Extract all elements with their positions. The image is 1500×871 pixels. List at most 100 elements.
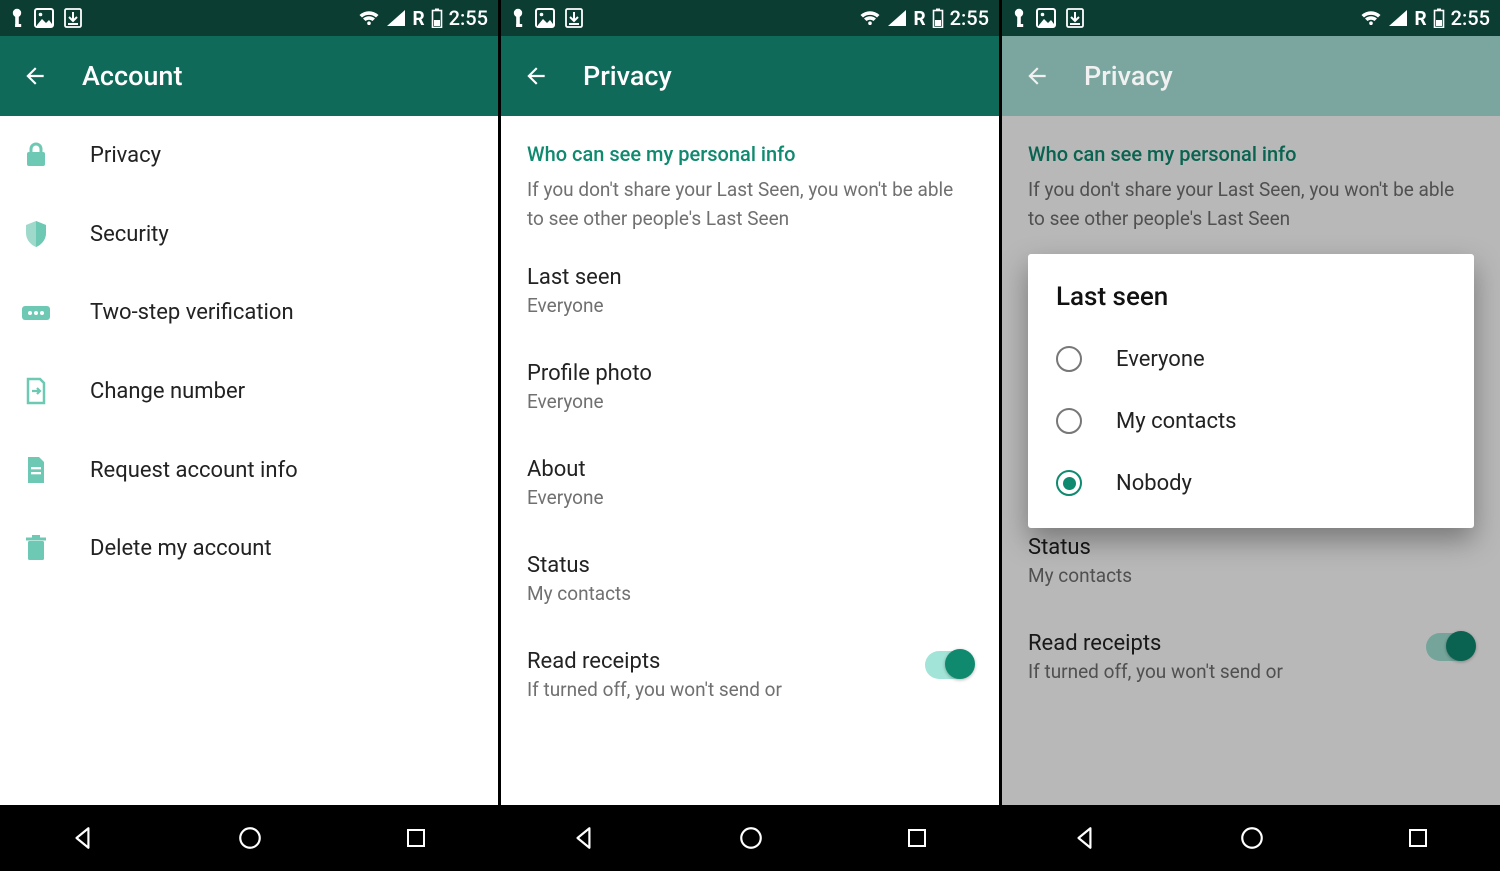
setting-last-seen[interactable]: Last seen Everyone (501, 243, 999, 339)
key-icon (511, 8, 525, 28)
nav-home-icon[interactable] (738, 825, 764, 851)
nav-back-icon[interactable] (571, 825, 597, 851)
nav-home-icon[interactable] (237, 825, 263, 851)
battery-icon (932, 8, 944, 28)
back-arrow-icon[interactable] (22, 63, 48, 89)
clock-time: 2:55 (449, 6, 488, 30)
setting-title: Profile photo (527, 361, 973, 386)
clock-time: 2:55 (1451, 6, 1490, 30)
radio-option-nobody[interactable]: Nobody (1028, 452, 1474, 514)
status-bar: R 2:55 (0, 0, 498, 36)
section-header: Who can see my personal info (501, 116, 999, 172)
content-area: Who can see my personal info If you don'… (1002, 116, 1500, 805)
android-nav-bar (0, 805, 498, 871)
signal-icon (1388, 9, 1408, 27)
network-letter: R (412, 7, 424, 30)
key-icon (10, 8, 24, 28)
list-item-request-info[interactable]: Request account info (0, 431, 498, 509)
key-icon (1012, 8, 1026, 28)
wifi-icon (859, 9, 881, 27)
setting-title: Read receipts (527, 649, 925, 674)
radio-label: Everyone (1116, 347, 1205, 372)
page-title: Privacy (583, 60, 672, 92)
sim-swap-icon (25, 377, 47, 405)
list-item-label: Delete my account (90, 536, 272, 561)
download-icon (64, 8, 82, 28)
wifi-icon (358, 9, 380, 27)
network-letter: R (913, 7, 925, 30)
setting-title: Status (527, 553, 973, 578)
setting-subtitle: Everyone (527, 390, 973, 413)
clock-time: 2:55 (950, 6, 989, 30)
nav-back-icon[interactable] (70, 825, 96, 851)
android-nav-bar (501, 805, 999, 871)
setting-title: Last seen (527, 265, 973, 290)
back-arrow-icon[interactable] (523, 63, 549, 89)
back-arrow-icon[interactable] (1024, 63, 1050, 89)
status-bar: R 2:55 (1002, 0, 1500, 36)
battery-icon (1433, 8, 1445, 28)
download-icon (1066, 8, 1084, 28)
signal-icon (386, 9, 406, 27)
list-item-change-number[interactable]: Change number (0, 351, 498, 431)
trash-icon (25, 535, 47, 561)
download-icon (565, 8, 583, 28)
android-nav-bar (1002, 805, 1500, 871)
list-item-delete-account[interactable]: Delete my account (0, 509, 498, 587)
radio-label: Nobody (1116, 471, 1192, 496)
page-title: Privacy (1084, 60, 1173, 92)
lock-icon (24, 142, 48, 168)
toggle-switch[interactable] (925, 651, 973, 679)
radio-option-everyone[interactable]: Everyone (1028, 328, 1474, 390)
radio-label: My contacts (1116, 409, 1237, 434)
setting-subtitle: Everyone (527, 294, 973, 317)
nav-recent-icon[interactable] (1406, 826, 1430, 850)
status-bar: R 2:55 (501, 0, 999, 36)
image-icon (1036, 8, 1056, 28)
list-item-label: Privacy (90, 143, 161, 168)
list-item-security[interactable]: Security (0, 194, 498, 274)
nav-recent-icon[interactable] (905, 826, 929, 850)
document-icon (26, 457, 46, 483)
list-item-label: Change number (90, 379, 245, 404)
image-icon (34, 8, 54, 28)
signal-icon (887, 9, 907, 27)
radio-icon (1056, 346, 1082, 372)
list-item-label: Two-step verification (90, 300, 294, 325)
image-icon (535, 8, 555, 28)
phone-account: R 2:55 Account Privacy Security Two-step… (0, 0, 498, 871)
app-bar: Account (0, 36, 498, 116)
setting-status[interactable]: Status My contacts (501, 531, 999, 627)
app-bar: Privacy (1002, 36, 1500, 116)
list-item-two-step[interactable]: Two-step verification (0, 274, 498, 351)
setting-title: About (527, 457, 973, 482)
list-item-privacy[interactable]: Privacy (0, 116, 498, 194)
app-bar: Privacy (501, 36, 999, 116)
setting-subtitle: Everyone (527, 486, 973, 509)
dialog-title: Last seen (1028, 276, 1474, 328)
page-title: Account (82, 60, 182, 92)
wifi-icon (1360, 9, 1382, 27)
setting-subtitle: If turned off, you won't send or (527, 678, 925, 701)
setting-about[interactable]: About Everyone (501, 435, 999, 531)
shield-icon (24, 220, 48, 248)
nav-home-icon[interactable] (1239, 825, 1265, 851)
battery-icon (431, 8, 443, 28)
radio-icon (1056, 470, 1082, 496)
radio-icon (1056, 408, 1082, 434)
nav-recent-icon[interactable] (404, 826, 428, 850)
list-item-label: Request account info (90, 458, 298, 483)
content-area: Who can see my personal info If you don'… (501, 116, 999, 805)
phone-privacy-dialog: R 2:55 Privacy Who can see my personal i… (1002, 0, 1500, 871)
content-area: Privacy Security Two-step verification C… (0, 116, 498, 805)
list-item-label: Security (90, 222, 169, 247)
network-letter: R (1414, 7, 1426, 30)
phone-privacy: R 2:55 Privacy Who can see my personal i… (501, 0, 999, 871)
radio-option-my-contacts[interactable]: My contacts (1028, 390, 1474, 452)
setting-subtitle: My contacts (527, 582, 973, 605)
nav-back-icon[interactable] (1072, 825, 1098, 851)
section-description: If you don't share your Last Seen, you w… (501, 172, 999, 243)
setting-profile-photo[interactable]: Profile photo Everyone (501, 339, 999, 435)
setting-read-receipts[interactable]: Read receipts If turned off, you won't s… (501, 627, 999, 723)
last-seen-dialog: Last seen Everyone My contacts Nobody (1028, 254, 1474, 528)
